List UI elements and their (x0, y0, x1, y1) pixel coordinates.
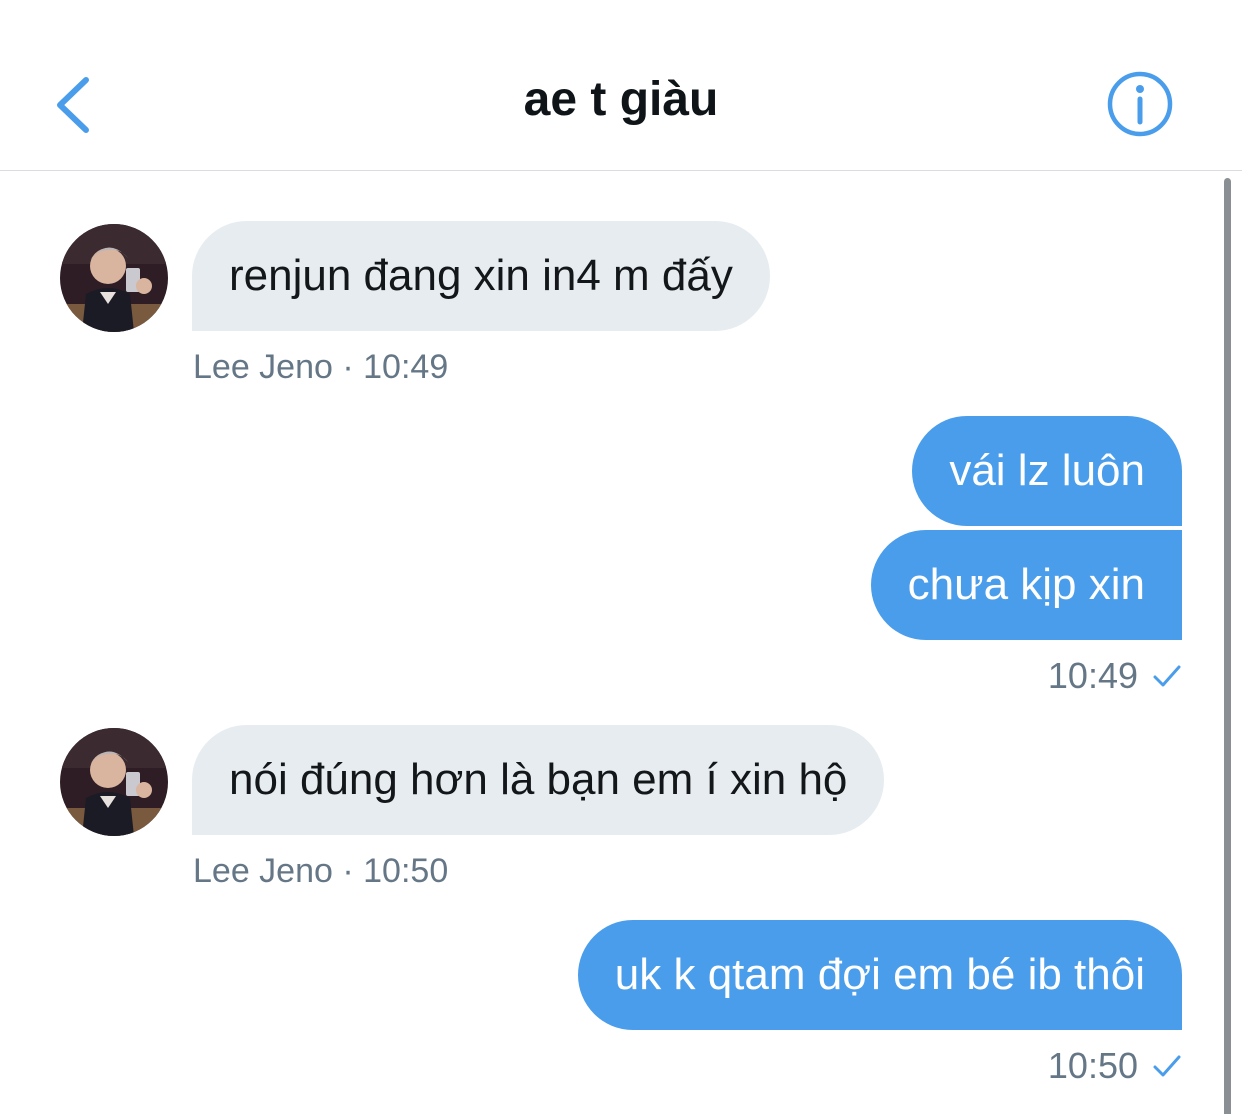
message-text: uk k qtam đợi em bé ib thôi (614, 950, 1145, 999)
avatar-photo (60, 728, 168, 836)
message-bubble-outgoing[interactable]: vái lz luôn (912, 416, 1182, 526)
avatar-photo (60, 224, 168, 332)
dm-conversation-screen: ae t giàu renjun đang xin in4 m đấy Lee … (0, 0, 1242, 1114)
message-bubble-incoming[interactable]: nói đúng hơn là bạn em í xin hộ (192, 725, 885, 835)
message-meta: 10:50 (1048, 1045, 1182, 1087)
message-bubble-incoming[interactable]: renjun đang xin in4 m đấy (192, 221, 770, 331)
sender-name: Lee Jeno (193, 852, 333, 890)
message-text: chưa kịp xin (907, 560, 1145, 609)
message-time: 10:50 (1047, 1045, 1138, 1086)
conversation-header: ae t giàu (0, 0, 1242, 171)
info-button[interactable] (1106, 70, 1174, 138)
avatar[interactable] (60, 224, 168, 332)
message-text: vái lz luôn (949, 446, 1145, 495)
message-meta: Lee Jeno · 10:49 (193, 348, 448, 387)
message-time: 10:49 (1047, 655, 1138, 696)
message-bubble-outgoing[interactable]: chưa kịp xin (870, 530, 1182, 640)
meta-separator: · (342, 852, 354, 890)
scrollbar[interactable] (1224, 178, 1231, 1114)
message-bubble-outgoing[interactable]: uk k qtam đợi em bé ib thôi (577, 920, 1182, 1030)
message-text: renjun đang xin in4 m đấy (229, 251, 733, 300)
sender-name: Lee Jeno (193, 348, 333, 386)
message-meta: 10:49 (1048, 655, 1182, 697)
info-icon (1107, 71, 1173, 137)
conversation-title: ae t giàu (523, 73, 719, 126)
message-time: 10:50 (363, 852, 449, 890)
message-text: nói đúng hơn là bạn em í xin hộ (229, 755, 848, 804)
check-icon (1153, 665, 1181, 687)
message-time: 10:49 (363, 348, 449, 386)
check-icon (1153, 1055, 1181, 1077)
meta-separator: · (342, 348, 354, 386)
avatar[interactable] (60, 728, 168, 836)
message-meta: Lee Jeno · 10:50 (193, 852, 448, 891)
